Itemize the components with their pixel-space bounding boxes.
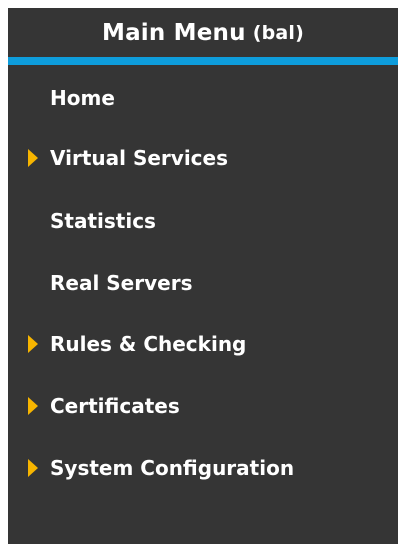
menu-item-certificates[interactable]: Certificates [8, 386, 398, 426]
expand-arrow-icon [28, 335, 38, 353]
expand-arrow-icon [28, 397, 38, 415]
menu-item-rules-checking[interactable]: Rules & Checking [8, 324, 398, 364]
menu-item-label: Real Servers [50, 271, 193, 295]
menu-item-label: Rules & Checking [50, 332, 247, 356]
menu-item-label: Virtual Services [50, 146, 229, 170]
menu-item-statistics[interactable]: Statistics [8, 201, 398, 241]
menu-item-label: Statistics [50, 209, 156, 233]
menu-item-label: System Configuration [50, 456, 295, 480]
header-accent-bar [8, 57, 398, 65]
main-menu-header: Main Menu (bal) [8, 8, 398, 57]
main-menu-title: Main Menu [101, 19, 246, 46]
menu-item-system-configuration[interactable]: System Configuration [8, 448, 398, 488]
main-menu-panel: Main Menu (bal) Home Virtual Services St… [8, 8, 398, 544]
expand-arrow-icon [28, 459, 38, 477]
expand-arrow-icon [28, 149, 38, 167]
user-badge: (bal) [252, 21, 305, 44]
menu-item-real-servers[interactable]: Real Servers [8, 263, 398, 303]
menu-item-home[interactable]: Home [8, 78, 398, 118]
menu-item-label: Certificates [50, 394, 180, 418]
menu-item-label: Home [50, 86, 115, 110]
menu-item-virtual-services[interactable]: Virtual Services [8, 138, 398, 178]
